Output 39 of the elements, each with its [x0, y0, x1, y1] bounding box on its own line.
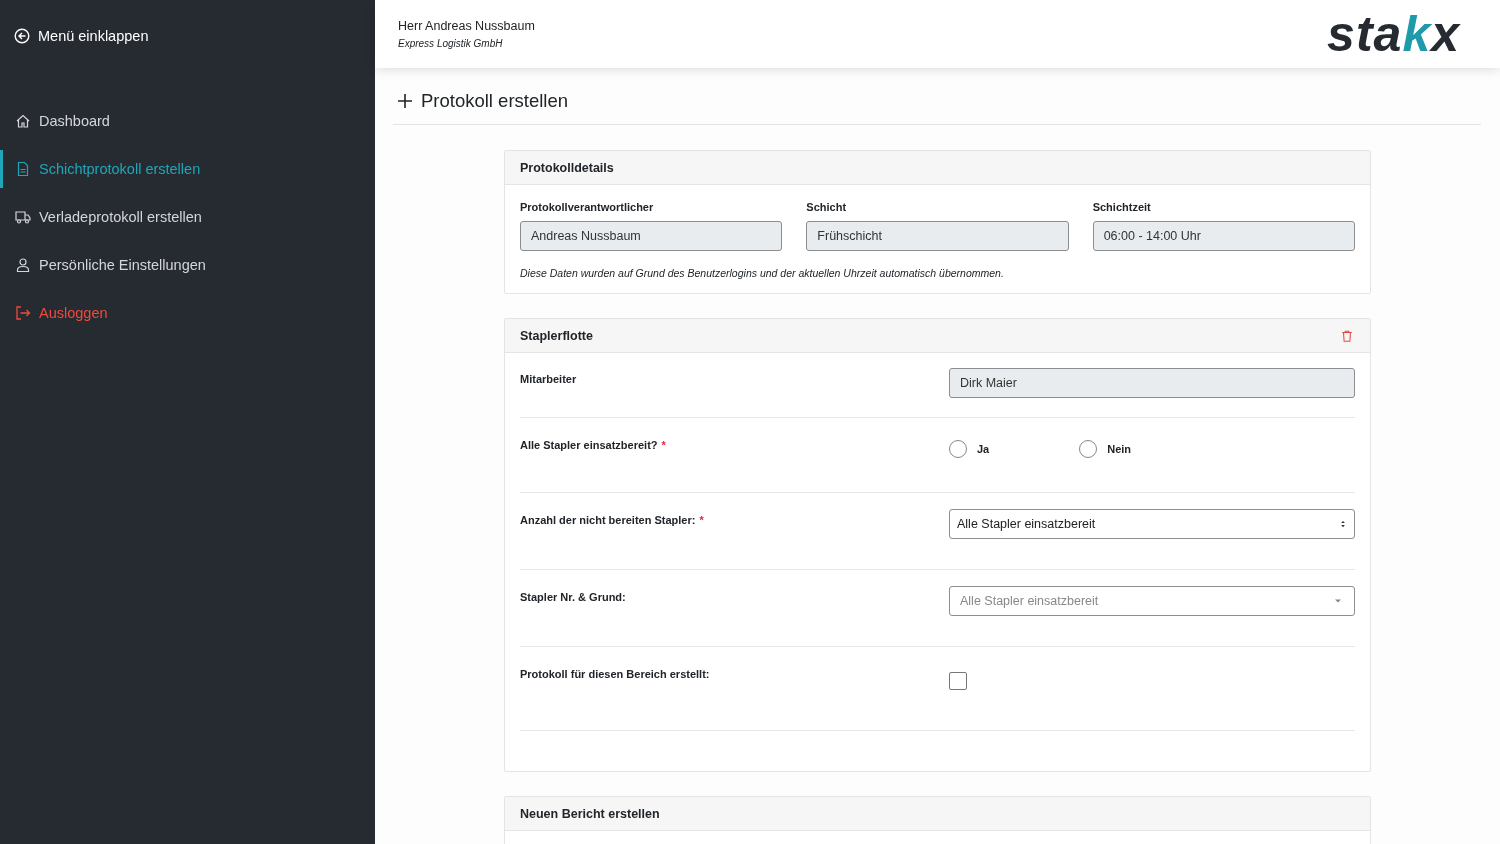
collapse-menu-button[interactable]: Menü einklappen — [0, 26, 163, 46]
checkbox[interactable] — [949, 672, 967, 690]
select-field[interactable]: Alle Stapler einsatzbereit — [949, 509, 1355, 539]
field-label: Mitarbeiter — [520, 372, 577, 385]
trash-icon — [1340, 328, 1354, 343]
logout-icon — [15, 305, 31, 321]
field-label: Protokollverantwortlicher — [520, 201, 655, 213]
logo: stakx — [1327, 9, 1460, 59]
required-asterisk: * — [699, 513, 704, 526]
radio-option[interactable]: Nein — [1079, 440, 1132, 458]
info-note: Diese Daten wurden auf Grund des Benutzerlogins und der aktuellen Uhrzeit automatisch übernommen. — [520, 267, 1005, 279]
input-field[interactable]: Dirk Maier — [949, 368, 1355, 398]
input-field[interactable]: Frühschicht — [806, 221, 1069, 251]
sidebar-item[interactable]: Verladeprotokoll erstellen — [0, 198, 375, 236]
plus-icon — [397, 93, 413, 109]
dropdown-field[interactable]: Alle Stapler einsatzbereit — [949, 586, 1355, 616]
sidebar-item[interactable]: Ausloggen — [0, 294, 375, 332]
field-label: Protokoll für diesen Bereich erstellt: — [520, 667, 710, 680]
field-label: Stapler Nr. & Grund: — [520, 590, 626, 603]
card-title: Neuen Bericht erstellen — [520, 806, 660, 821]
field-label: Schichtzeit — [1092, 201, 1152, 213]
user-icon — [15, 257, 31, 273]
radio-option[interactable]: Ja — [949, 440, 990, 458]
field-label: Schicht — [806, 201, 848, 213]
required-asterisk: * — [661, 438, 666, 451]
page-title: Protokoll erstellen — [421, 90, 569, 112]
sidebar-item[interactable]: Dashboard — [0, 102, 375, 140]
sidebar-item[interactable]: Persönliche Einstellungen — [0, 246, 375, 284]
card-title: Protokolldetails — [520, 160, 614, 175]
field-label: Anzahl der nicht bereiten Stapler: — [520, 513, 696, 526]
input-field[interactable]: Andreas Nussbaum — [520, 221, 783, 251]
card-title: Staplerflotte — [520, 328, 593, 343]
input-field[interactable]: 06:00 - 14:00 Uhr — [1092, 221, 1355, 251]
document-icon — [15, 161, 31, 177]
truck-icon — [15, 209, 31, 225]
home-icon — [15, 113, 31, 129]
user-name: Herr Andreas Nussbaum — [398, 19, 535, 33]
field-label: Alle Stapler einsatzbereit? — [520, 438, 658, 451]
company-name: Express Logistik GmbH — [398, 38, 504, 49]
